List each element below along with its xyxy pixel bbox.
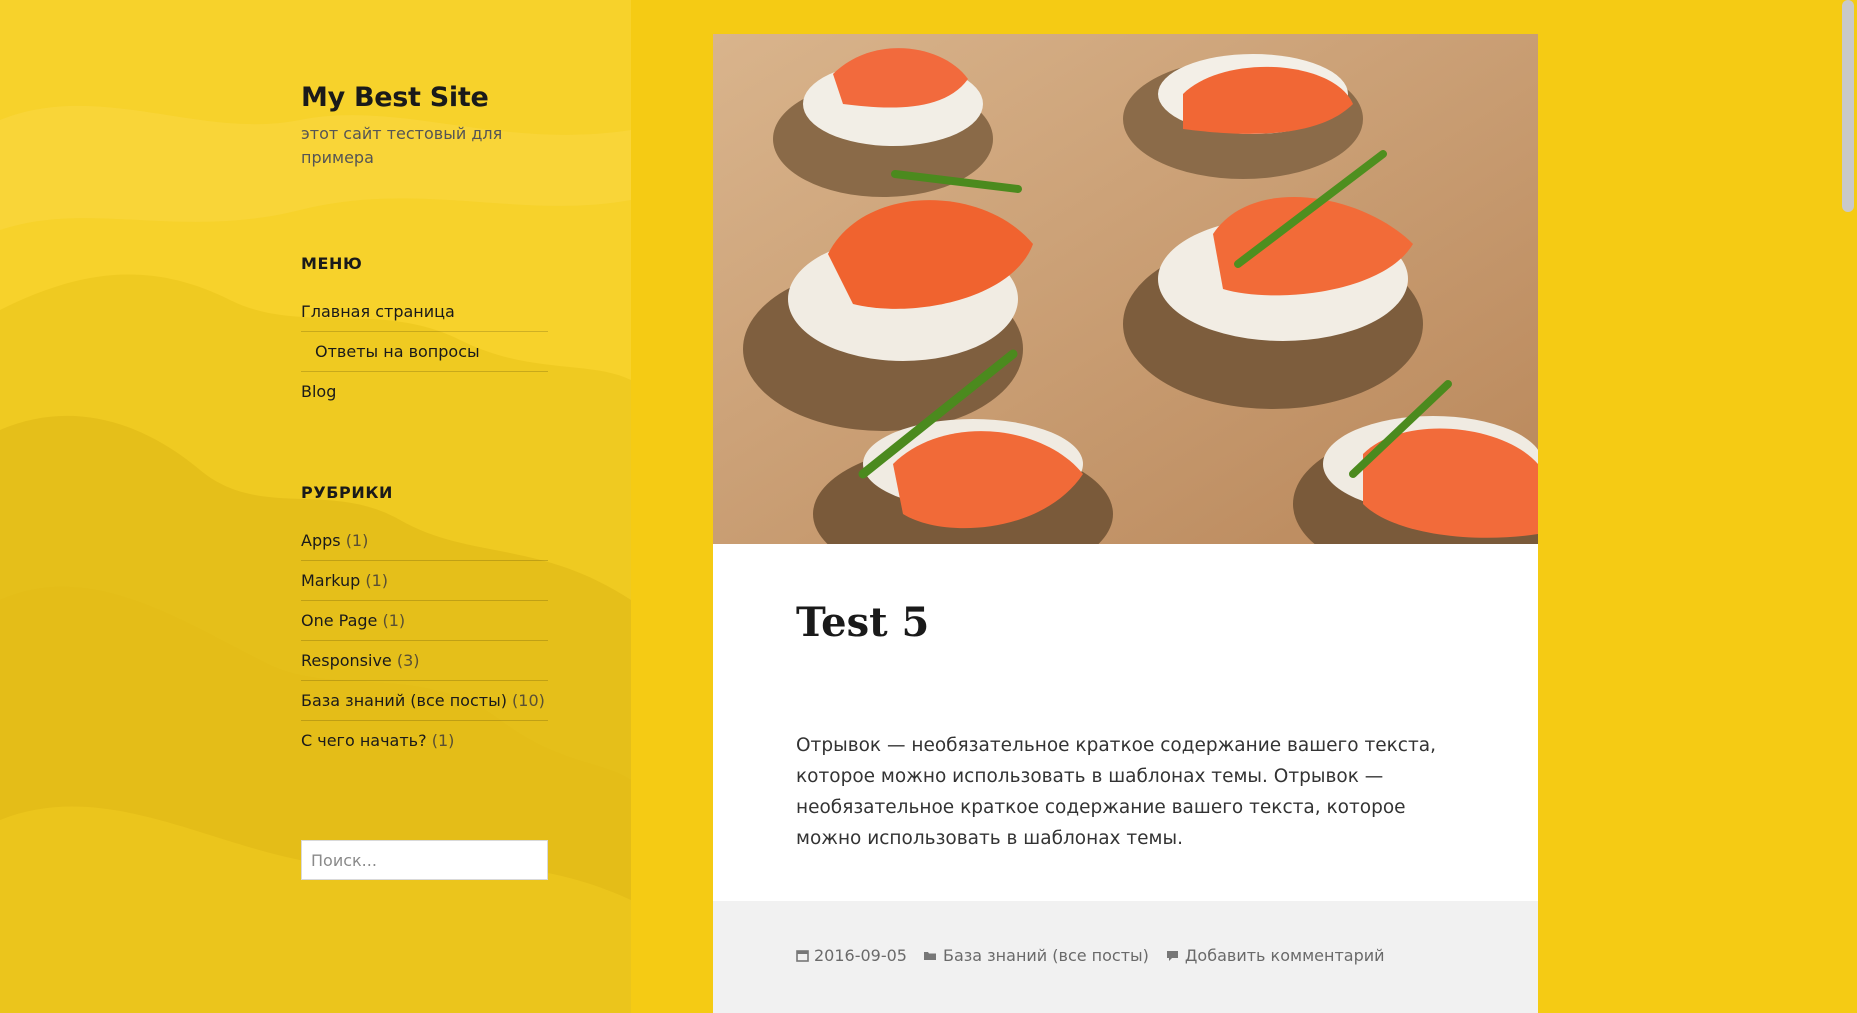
category-count: (1) <box>365 571 389 590</box>
category-item[interactable]: База знаний (все посты) (10) <box>301 681 548 721</box>
post-date[interactable]: 2016-09-05 <box>814 946 907 965</box>
post-excerpt: Отрывок — необязательное краткое содержа… <box>796 735 1436 849</box>
post-category-link[interactable]: База знаний (все посты) <box>923 946 1149 965</box>
category-label[interactable]: Apps <box>301 531 341 550</box>
folder-icon <box>923 952 936 960</box>
salmon-canapes-image <box>713 34 1538 544</box>
scrollbar-thumb[interactable] <box>1842 0 1854 212</box>
calendar-icon <box>796 950 809 962</box>
post-featured-image[interactable] <box>713 34 1538 544</box>
category-label[interactable]: С чего начать? <box>301 731 427 750</box>
post-date-link[interactable]: 2016-09-05 <box>796 946 907 965</box>
category-count: (1) <box>345 531 369 550</box>
site-description: этот сайт тестовый для примера <box>301 124 503 167</box>
category-label[interactable]: One Page <box>301 611 377 630</box>
category-count: (1) <box>382 611 406 630</box>
category-label[interactable]: База знаний (все посты) <box>301 691 507 710</box>
category-count: (1) <box>431 731 455 750</box>
category-item[interactable]: С чего начать? (1) <box>301 721 548 760</box>
sidebar: My Best Site этот сайт тестовый для прим… <box>0 0 631 1013</box>
post-comments-link[interactable]: Добавить комментарий <box>1165 946 1385 965</box>
category-count: (3) <box>396 651 420 670</box>
category-item[interactable]: Responsive (3) <box>301 641 548 681</box>
sidebar-content: My Best Site этот сайт тестовый для прим… <box>301 78 548 760</box>
category-label[interactable]: Responsive <box>301 651 392 670</box>
category-item[interactable]: One Page (1) <box>301 601 548 641</box>
category-item[interactable]: Markup (1) <box>301 561 548 601</box>
menu-item-faq[interactable]: Ответы на вопросы <box>301 332 548 372</box>
comment-icon <box>1166 950 1178 961</box>
category-item[interactable]: Apps (1) <box>301 521 548 561</box>
post-card: Test 5 Отрывок — необязательное краткое … <box>713 34 1538 1013</box>
post-comments[interactable]: Добавить комментарий <box>1185 946 1385 965</box>
page: My Best Site этот сайт тестовый для прим… <box>0 0 1857 1013</box>
categories-widget-title: РУБРИКИ <box>301 483 394 502</box>
menu-item-blog[interactable]: Blog <box>301 372 548 411</box>
post-category[interactable]: База знаний (все посты) <box>943 946 1149 965</box>
post-footer: 2016-09-05 База знаний (все посты) Добав… <box>713 901 1538 1013</box>
post-meta: 2016-09-05 База знаний (все посты) Добав… <box>796 946 1385 965</box>
search-input[interactable] <box>301 840 548 880</box>
menu-widget-title: МЕНЮ <box>301 254 363 273</box>
site-title[interactable]: My Best Site <box>301 78 548 118</box>
menu-item-home[interactable]: Главная страница <box>301 292 548 332</box>
categories-list: Apps (1) Markup (1) One Page (1) Respons… <box>301 521 548 760</box>
scrollbar[interactable] <box>1840 0 1857 1013</box>
category-label[interactable]: Markup <box>301 571 360 590</box>
post-title[interactable]: Test 5 <box>796 599 929 647</box>
menu-list: Главная страница Ответы на вопросы Blog <box>301 292 548 411</box>
category-count: (10) <box>512 691 545 710</box>
